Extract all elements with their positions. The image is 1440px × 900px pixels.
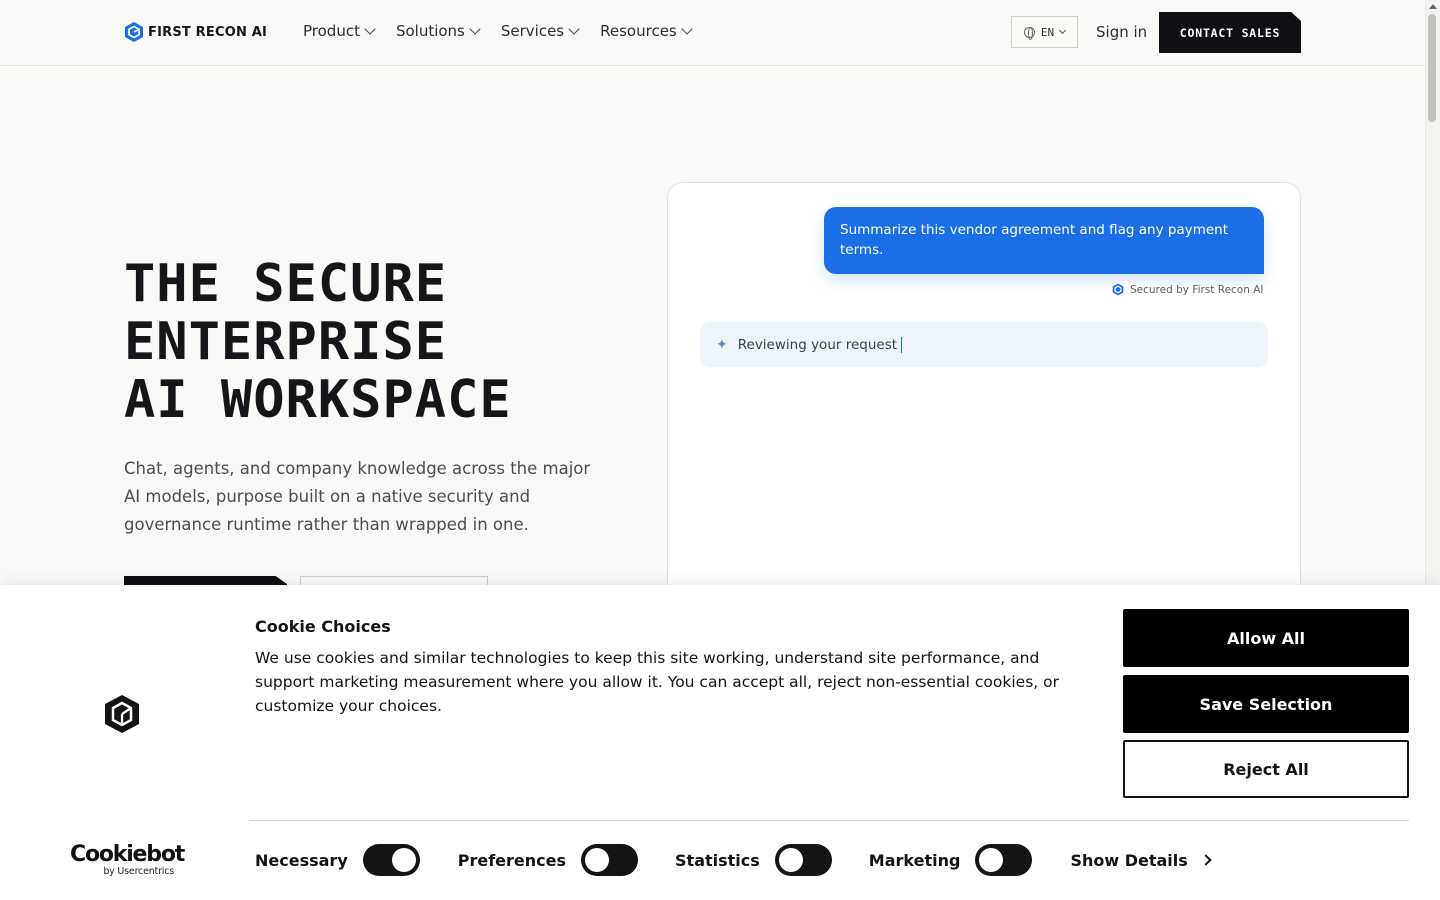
scroll-up-arrow-icon[interactable] <box>1429 4 1437 9</box>
hero-title-line: THE SECURE <box>124 254 448 314</box>
nav-label: Product <box>303 22 360 40</box>
language-label: EN <box>1040 25 1055 39</box>
chevron-down-icon <box>469 23 481 35</box>
nav-solutions[interactable]: Solutions <box>395 22 481 40</box>
secured-badge: Secured by First Recon AI <box>1112 283 1264 296</box>
nav-label: Solutions <box>395 22 465 40</box>
cookie-divider <box>249 820 1409 821</box>
chevron-down-icon <box>681 23 693 35</box>
chevron-down-icon <box>568 23 580 35</box>
toggle-label: Preferences <box>457 850 567 870</box>
necessary-switch[interactable] <box>362 844 420 876</box>
sparkle-icon: ✦ <box>716 336 728 353</box>
toggle-preferences: Preferences <box>457 844 639 876</box>
toggle-necessary: Necessary <box>255 844 420 876</box>
nav-label: Resources <box>600 22 677 40</box>
nav-label: Services <box>500 22 565 40</box>
assistant-status: ✦ Reviewing your request <box>700 322 1268 367</box>
globe-icon <box>1023 26 1035 40</box>
toggle-label: Necessary <box>255 850 348 870</box>
cookie-description: We use cookies and similar technologies … <box>255 649 1059 715</box>
hero-title: THE SECURE ENTERPRISE AI WORKSPACE <box>124 255 512 429</box>
nav-product[interactable]: Product <box>303 22 376 40</box>
marketing-switch[interactable] <box>975 844 1033 876</box>
chat-preview-card: Summarize this vendor agreement and flag… <box>667 182 1301 612</box>
status-text: Reviewing your request <box>737 336 903 353</box>
hero-title-line: ENTERPRISE <box>124 312 448 372</box>
language-selector[interactable]: EN <box>1011 16 1078 48</box>
preferences-switch[interactable] <box>581 844 639 876</box>
cookiebot-sub-text: by Usercentrics <box>103 866 174 877</box>
switch-knob <box>585 848 610 872</box>
contact-sales-button[interactable]: CONTACT SALES <box>1159 12 1301 53</box>
switch-knob <box>778 848 803 872</box>
save-selection-button[interactable]: Save Selection <box>1123 675 1409 733</box>
nav-resources[interactable]: Resources <box>600 22 693 40</box>
switch-knob <box>979 848 1004 872</box>
chevron-down-icon <box>364 23 376 35</box>
toggle-statistics: Statistics <box>675 844 832 876</box>
chevron-down-icon <box>1059 26 1067 35</box>
user-message-bubble: Summarize this vendor agreement and flag… <box>824 207 1264 274</box>
toggle-marketing: Marketing <box>869 844 1033 876</box>
status-label: Reviewing your request <box>737 336 898 353</box>
statistics-switch[interactable] <box>774 844 832 876</box>
typing-caret <box>901 336 903 353</box>
site-header: FIRST RECON AI Product Solutions Service… <box>0 0 1425 66</box>
toggle-label: Statistics <box>675 850 760 870</box>
hexagon-logo-icon <box>1112 283 1124 296</box>
hero-subtitle: Chat, agents, and company knowledge acro… <box>124 459 591 534</box>
cookie-toggles: Necessary Preferences Statistics Marketi… <box>255 844 1212 876</box>
brand-logo[interactable]: FIRST RECON AI <box>124 21 267 43</box>
cookie-title: Cookie Choices <box>255 617 391 636</box>
show-details-label: Show Details <box>1070 850 1188 870</box>
cookie-banner: Cookiebot by Usercentrics Cookie Choices… <box>0 585 1440 900</box>
switch-knob <box>391 848 416 872</box>
main-nav: Product Solutions Services Resources <box>303 22 693 40</box>
allow-all-button[interactable]: Allow All <box>1123 609 1409 667</box>
chevron-right-icon <box>1200 854 1212 866</box>
hero-title-line: AI WORKSPACE <box>124 370 512 430</box>
scrollbar-thumb[interactable] <box>1428 14 1436 122</box>
reject-all-button[interactable]: Reject All <box>1123 740 1409 798</box>
show-details-link[interactable]: Show Details <box>1070 850 1212 870</box>
hexagon-logo-icon <box>125 22 143 42</box>
logo-text: FIRST RECON AI <box>148 24 268 40</box>
sign-in-link[interactable]: Sign in <box>1096 23 1147 41</box>
nav-services[interactable]: Services <box>500 22 580 40</box>
cookiebot-logo-text: Cookiebot <box>70 842 185 867</box>
secured-label: Secured by First Recon AI <box>1130 283 1264 296</box>
cookiebot-brand[interactable]: Cookiebot by Usercentrics <box>70 842 185 878</box>
toggle-label: Marketing <box>868 850 961 870</box>
site-logo-icon <box>105 695 139 733</box>
